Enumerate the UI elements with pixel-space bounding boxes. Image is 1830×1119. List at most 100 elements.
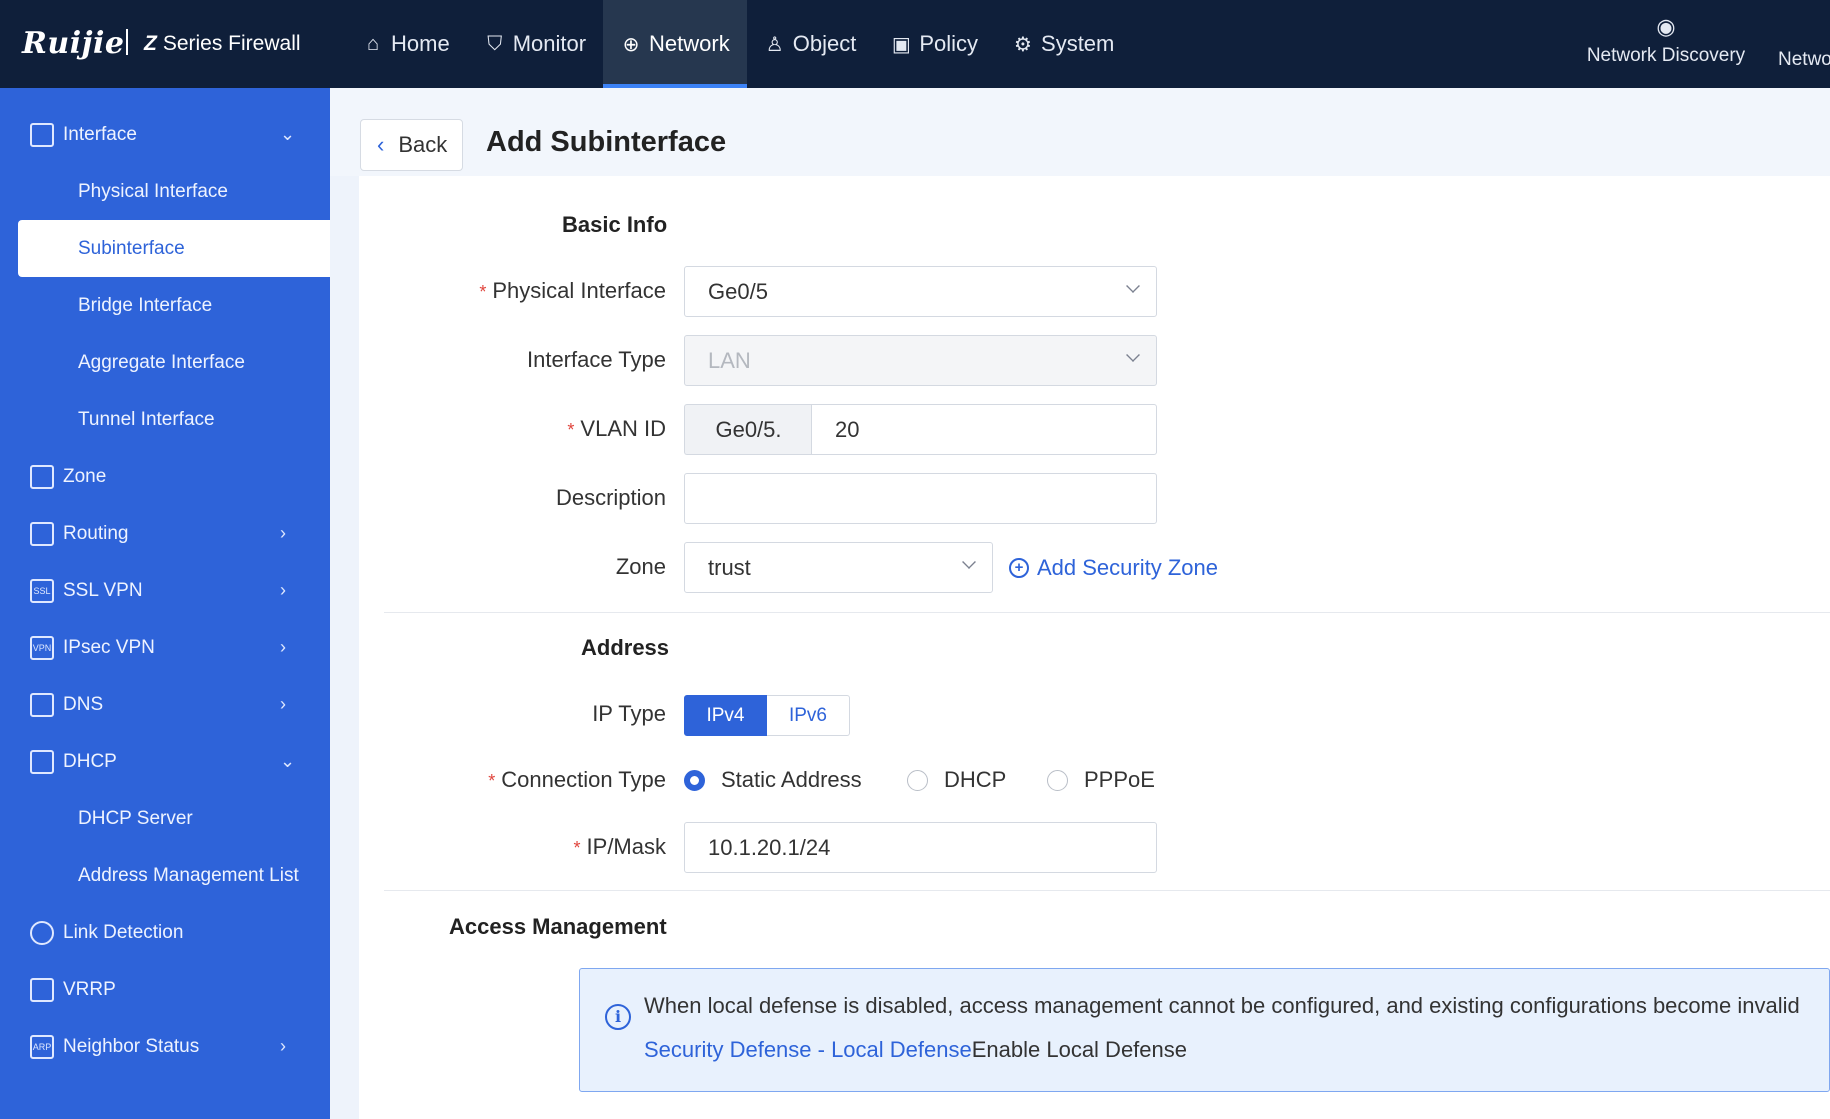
description-input[interactable]	[684, 473, 1157, 524]
chevron-down-icon	[1126, 348, 1140, 362]
interface-type-label: Interface Type	[526, 347, 666, 372]
dhcp-icon	[30, 749, 54, 774]
connection-type-label: * Connection Type	[488, 767, 666, 792]
section-divider	[384, 890, 1830, 891]
radio-pppoe[interactable]: PPPoE	[1047, 767, 1155, 793]
gear-icon: ⚙	[1014, 33, 1032, 56]
physical-interface-label: * Physical Interface	[479, 278, 666, 303]
radio-checked-icon	[684, 769, 705, 791]
content-panel	[359, 88, 1830, 1119]
signal-icon: ◉	[1656, 14, 1676, 39]
network-truncated-button[interactable]: Netwo	[1778, 49, 1830, 71]
sidebar-item-link-detection[interactable]: Link Detection	[0, 904, 330, 961]
sidebar-item-vrrp[interactable]: VRRP	[0, 961, 330, 1018]
sidebar-item-routing[interactable]: Routing ›	[0, 505, 330, 562]
interface-icon	[30, 122, 54, 147]
add-security-zone-link[interactable]: + Add Security Zone	[1009, 555, 1218, 581]
ip-mask-input[interactable]: 10.1.20.1/24	[684, 822, 1157, 873]
arp-icon: ARP	[30, 1034, 54, 1059]
nav-system[interactable]: ⚙ System	[995, 0, 1131, 88]
sidebar-item-bridge-interface[interactable]: Bridge Interface	[0, 277, 330, 334]
sidebar-item-subinterface[interactable]: Subinterface	[18, 220, 330, 277]
main-nav: ⌂ Home ⛉ Monitor ⊕ Network ♙ Object ▣ Policy …	[345, 0, 1131, 88]
sidebar-item-neighbor-status[interactable]: ARP Neighbor Status ›	[0, 1018, 330, 1075]
zone-icon	[30, 464, 54, 489]
info-icon: i	[605, 1004, 631, 1030]
notice-suffix: Enable Local Defense	[971, 1037, 1187, 1062]
sidebar-item-address-management-list[interactable]: Address Management List	[0, 847, 330, 904]
shield-icon: ⛉	[487, 32, 503, 55]
radio-static-address[interactable]: Static Address	[684, 767, 862, 793]
sidebar-item-zone[interactable]: Zone	[0, 448, 330, 505]
chevron-down-icon: ⌄	[280, 751, 296, 771]
ip-type-label: IP Type	[592, 701, 666, 726]
product-name: Z Series Firewall	[144, 32, 301, 55]
ip-mask-label: * IP/Mask	[573, 834, 666, 859]
local-defense-notice: i When local defense is disabled, access…	[579, 968, 1830, 1092]
radio-dhcp[interactable]: DHCP	[907, 767, 1006, 793]
chevron-right-icon: ›	[280, 694, 286, 714]
ruijie-logo: Ruijie	[22, 26, 125, 61]
sidebar-item-ssl-vpn[interactable]: SSL SSL VPN ›	[0, 562, 330, 619]
chevron-down-icon	[1126, 279, 1140, 293]
sidebar-item-aggregate-interface[interactable]: Aggregate Interface	[0, 334, 330, 391]
chevron-right-icon: ›	[280, 523, 286, 543]
required-mark: *	[573, 838, 581, 858]
back-button[interactable]: ‹ Back	[360, 119, 463, 171]
notice-text: When local defense is disabled, access m…	[644, 993, 1800, 1018]
page-title: Add Subinterface	[486, 126, 727, 158]
chevron-right-icon: ›	[280, 1036, 286, 1056]
chevron-down-icon: ⌄	[280, 124, 296, 144]
sidebar-item-tunnel-interface[interactable]: Tunnel Interface	[0, 391, 330, 448]
vlan-id-input[interactable]: 20	[811, 404, 1157, 455]
ipv6-option[interactable]: IPv6	[767, 695, 850, 736]
vrrp-icon	[30, 977, 54, 1002]
physical-interface-select[interactable]: Ge0/5	[684, 266, 1157, 317]
nav-network[interactable]: ⊕ Network	[603, 0, 747, 88]
chevron-right-icon: ›	[280, 580, 286, 600]
network-discovery-button[interactable]: ◉ Network Discovery	[1578, 14, 1754, 67]
section-access-management: Access Management	[449, 914, 667, 939]
required-mark: *	[567, 420, 575, 440]
vpn-icon: VPN	[30, 635, 54, 660]
home-icon: ⌂	[366, 32, 380, 55]
globe-icon: ⊕	[622, 33, 640, 56]
nav-monitor[interactable]: ⛉ Monitor	[467, 0, 603, 88]
section-address: Address	[581, 635, 670, 660]
sidebar-item-physical-interface[interactable]: Physical Interface	[0, 163, 330, 220]
policy-icon: ▣	[891, 33, 911, 56]
top-navigation-bar: Ruijie Z Series Firewall ⌂ Home ⛉ Monitor ⊕…	[0, 0, 1830, 88]
radio-unchecked-icon	[1047, 769, 1068, 791]
nav-policy[interactable]: ▣ Policy	[873, 0, 995, 88]
user-icon: ♙	[765, 33, 784, 56]
sidebar-item-ipsec-vpn[interactable]: VPN IPsec VPN ›	[0, 619, 330, 676]
description-label: Description	[555, 485, 666, 510]
nav-object[interactable]: ♙ Object	[747, 0, 874, 88]
sidebar: Interface ⌄ Physical Interface Subinterfa…	[0, 88, 330, 1119]
interface-type-select: LAN	[684, 335, 1157, 386]
vlan-id-label: * VLAN ID	[567, 416, 666, 441]
notice-link-row: Security Defense - Local DefenseEnable L…	[644, 1037, 1187, 1063]
sidebar-item-interface[interactable]: Interface ⌄	[0, 106, 330, 163]
dns-icon	[30, 692, 54, 717]
ipv4-option[interactable]: IPv4	[684, 695, 767, 736]
chevron-down-icon	[962, 555, 976, 569]
sidebar-item-dhcp-server[interactable]: DHCP Server	[0, 790, 330, 847]
zone-select[interactable]: trust	[684, 542, 993, 593]
vlan-prefix: Ge0/5.	[684, 404, 812, 455]
radio-unchecked-icon	[907, 769, 928, 791]
sidebar-item-dhcp[interactable]: DHCP ⌄	[0, 733, 330, 790]
local-defense-link[interactable]: Security Defense - Local Defense	[644, 1037, 972, 1062]
nav-home[interactable]: ⌂ Home	[345, 0, 467, 88]
sidebar-item-dns[interactable]: DNS ›	[0, 676, 330, 733]
z-series-mark: Z	[144, 32, 157, 55]
zone-label: Zone	[615, 554, 666, 579]
chevron-left-icon: ‹	[377, 132, 385, 157]
required-mark: *	[488, 771, 496, 791]
ip-type-toggle: IPv4 IPv6	[684, 695, 850, 736]
chevron-right-icon: ›	[280, 637, 286, 657]
required-mark: *	[479, 282, 487, 302]
plus-circle-icon: +	[1009, 558, 1029, 578]
router-icon	[30, 521, 54, 546]
logo-divider	[126, 29, 128, 55]
